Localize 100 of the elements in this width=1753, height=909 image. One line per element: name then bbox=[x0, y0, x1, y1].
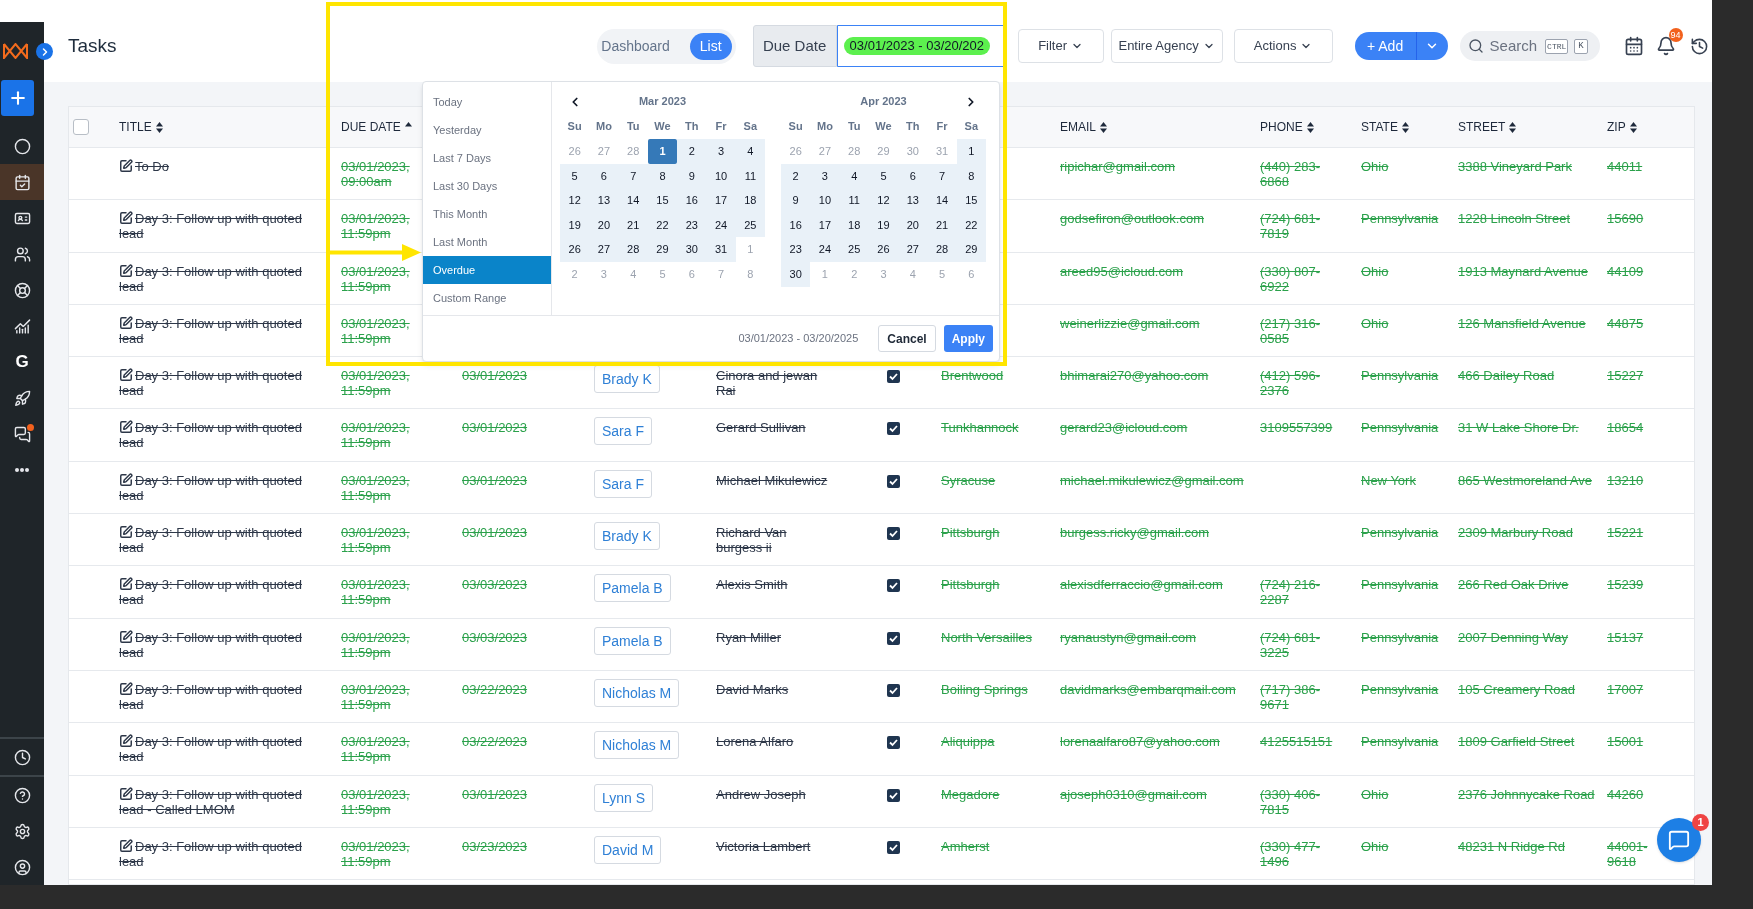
sidebar-item[interactable] bbox=[0, 164, 44, 200]
contact-name[interactable]: Lorena Alfaro bbox=[716, 734, 828, 750]
completed-checkbox[interactable] bbox=[887, 736, 900, 750]
calendar-day[interactable]: 25 bbox=[839, 237, 869, 262]
range-option[interactable]: Yesterday bbox=[423, 116, 551, 144]
range-option[interactable]: Custom Range bbox=[423, 284, 551, 312]
edit-icon[interactable] bbox=[119, 211, 133, 226]
edit-icon[interactable] bbox=[119, 786, 133, 801]
completed-checkbox[interactable] bbox=[887, 579, 900, 593]
calendar-icon[interactable] bbox=[1623, 36, 1644, 56]
contact-name[interactable]: Michael Mikulewicz bbox=[716, 472, 828, 488]
calendar-day[interactable]: 20 bbox=[589, 212, 619, 238]
calendar-day[interactable]: 4 bbox=[735, 139, 765, 164]
calendar-day[interactable]: 16 bbox=[781, 212, 811, 238]
completed-checkbox[interactable] bbox=[887, 683, 900, 697]
range-option[interactable]: Overdue bbox=[423, 256, 551, 284]
column-header[interactable]: TITLE bbox=[119, 119, 163, 135]
contact-name[interactable]: Richard Van burgess ii bbox=[716, 525, 828, 556]
calendar-day[interactable]: 6 bbox=[898, 163, 928, 189]
calendar-day[interactable]: 12 bbox=[560, 188, 590, 213]
assignee-tag[interactable]: Nicholas M bbox=[594, 678, 680, 707]
edit-icon[interactable] bbox=[119, 159, 133, 173]
column-header[interactable]: STREET bbox=[1458, 119, 1517, 135]
history-icon[interactable] bbox=[1689, 36, 1709, 56]
calendar-day[interactable]: 2 bbox=[677, 139, 707, 164]
assignee-tag[interactable]: Sara F bbox=[594, 417, 652, 446]
calendar-day[interactable]: 21 bbox=[927, 212, 957, 238]
contact-name[interactable]: David Marks bbox=[716, 681, 828, 697]
edit-icon[interactable] bbox=[119, 525, 133, 540]
calendar-day[interactable]: 14 bbox=[927, 188, 957, 213]
calendar-day[interactable]: 17 bbox=[810, 212, 840, 238]
task-title[interactable]: Day 3: Follow up with quoted lead bbox=[119, 315, 307, 346]
edit-icon[interactable] bbox=[119, 420, 133, 435]
calendar-day[interactable]: 11 bbox=[839, 188, 869, 213]
completed-checkbox[interactable] bbox=[887, 788, 900, 802]
calendar-day[interactable]: 28 bbox=[618, 237, 648, 262]
assignee-tag[interactable]: Pamela B bbox=[594, 574, 671, 603]
create-button[interactable] bbox=[1, 80, 34, 116]
calendar-day[interactable]: 15 bbox=[647, 188, 678, 213]
calendar-day[interactable]: 6 bbox=[589, 163, 619, 189]
search-field[interactable]: Search CTRL K bbox=[1459, 31, 1600, 61]
dropdown-button[interactable]: Actions bbox=[1233, 29, 1333, 63]
edit-icon[interactable] bbox=[119, 577, 133, 592]
assignee-tag[interactable]: Brady K bbox=[594, 365, 660, 394]
contact-name[interactable]: Ryan Miller bbox=[716, 629, 828, 645]
assignee-tag[interactable]: Lynn S bbox=[594, 783, 654, 812]
calendar-day[interactable]: 23 bbox=[781, 237, 811, 262]
edit-icon[interactable] bbox=[119, 838, 133, 853]
range-option[interactable]: This Month bbox=[423, 200, 551, 228]
edit-icon[interactable] bbox=[119, 315, 133, 330]
calendar-day[interactable]: 12 bbox=[868, 188, 899, 213]
task-title[interactable]: To Do bbox=[119, 159, 307, 174]
column-header[interactable]: DUE DATE bbox=[341, 119, 412, 135]
task-title[interactable]: Day 3: Follow up with quoted lead bbox=[119, 629, 307, 660]
calendar-day[interactable]: 18 bbox=[735, 188, 765, 213]
calendar-day[interactable]: 9 bbox=[781, 188, 811, 213]
calendar-day[interactable]: 7 bbox=[927, 163, 957, 189]
task-title[interactable]: Day 3: Follow up with quoted lead bbox=[119, 577, 307, 608]
cancel-button[interactable]: Cancel bbox=[878, 325, 936, 352]
calendar-day[interactable]: 28 bbox=[927, 237, 957, 262]
calendar-day[interactable]: 19 bbox=[560, 212, 590, 238]
assignee-tag[interactable]: David M bbox=[594, 835, 662, 864]
notifications-icon[interactable] bbox=[1655, 36, 1676, 56]
calendar-day[interactable]: 7 bbox=[618, 163, 648, 189]
range-option[interactable]: Last Month bbox=[423, 228, 551, 256]
calendar-day[interactable]: 31 bbox=[706, 237, 736, 262]
calendar-day[interactable]: 24 bbox=[706, 212, 736, 238]
contact-name[interactable]: Victoria Lambert bbox=[716, 838, 828, 854]
calendar-day[interactable]: 5 bbox=[868, 163, 899, 189]
task-title[interactable]: Day 3: Follow up with quoted lead bbox=[119, 681, 307, 712]
completed-checkbox[interactable] bbox=[887, 527, 900, 541]
calendar-day[interactable]: 13 bbox=[898, 188, 928, 213]
task-title[interactable]: Day 3: Follow up with quoted lead bbox=[119, 420, 307, 451]
calendar-day[interactable]: 10 bbox=[810, 188, 840, 213]
contact-name[interactable]: Alexis Smith bbox=[716, 577, 828, 593]
calendar-day[interactable]: 23 bbox=[677, 212, 707, 238]
view-tab[interactable]: Dashboard bbox=[591, 32, 680, 60]
range-option[interactable]: Last 30 Days bbox=[423, 172, 551, 200]
calendar-day[interactable]: 27 bbox=[898, 237, 928, 262]
column-header[interactable]: STATE bbox=[1361, 119, 1409, 135]
edit-icon[interactable] bbox=[119, 681, 133, 696]
assignee-tag[interactable]: Sara F bbox=[594, 469, 652, 498]
calendar-day[interactable]: 4 bbox=[839, 163, 869, 189]
completed-checkbox[interactable] bbox=[887, 631, 900, 645]
expand-sidebar-button[interactable] bbox=[36, 43, 53, 60]
calendar-day[interactable]: 20 bbox=[898, 212, 928, 238]
task-title[interactable]: Day 3: Follow up with quoted lead bbox=[119, 525, 307, 556]
calendar-day[interactable]: 27 bbox=[589, 237, 619, 262]
calendar-day[interactable]: 10 bbox=[706, 163, 736, 189]
calendar-day[interactable]: 5 bbox=[560, 163, 590, 189]
calendar-day[interactable]: 29 bbox=[647, 237, 678, 262]
calendar-day[interactable]: 3 bbox=[810, 163, 840, 189]
range-option[interactable]: Today bbox=[423, 88, 551, 116]
completed-checkbox[interactable] bbox=[887, 474, 900, 488]
contact-name[interactable]: Cinora and jewan Rai bbox=[716, 368, 828, 399]
calendar-day[interactable]: 16 bbox=[677, 188, 707, 213]
calendar-day[interactable]: 24 bbox=[810, 237, 840, 262]
view-tab[interactable]: List bbox=[689, 32, 732, 60]
dropdown-button[interactable]: Entire Agency bbox=[1110, 29, 1223, 63]
column-header[interactable]: PHONE bbox=[1260, 119, 1314, 135]
